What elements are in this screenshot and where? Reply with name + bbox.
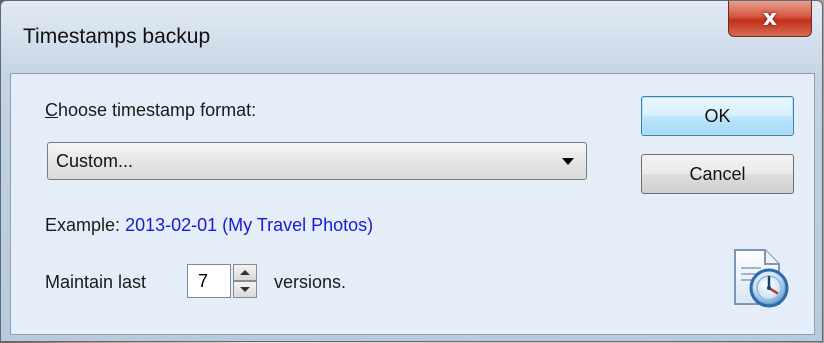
close-icon: x [762, 6, 778, 31]
title-bar[interactable]: Timestamps backup x [1, 1, 822, 73]
dialog-content: Choose timestamp format: Custom... Examp… [10, 73, 815, 335]
ok-button[interactable]: OK [641, 96, 794, 136]
format-dropdown-value: Custom... [56, 151, 134, 171]
window-title: Timestamps backup [23, 25, 211, 48]
maintain-label: Maintain last [45, 272, 147, 292]
spin-up-icon [240, 270, 250, 275]
example-value: 2013-02-01 (My Travel Photos) [125, 215, 374, 235]
cancel-button[interactable]: Cancel [641, 154, 794, 194]
format-label-rest: hoose timestamp format: [58, 100, 257, 120]
versions-stepper[interactable] [233, 264, 257, 298]
format-dropdown[interactable]: Custom... [47, 142, 587, 180]
example-row: Example: 2013-02-01 (My Travel Photos) [45, 215, 373, 236]
dialog-window: Timestamps backup x Choose timestamp for… [0, 0, 823, 342]
document-clock-icon [734, 249, 789, 308]
spin-down-button[interactable] [233, 281, 257, 298]
dropdown-arrow-icon [562, 158, 574, 165]
spin-up-button[interactable] [233, 264, 257, 281]
format-label: Choose timestamp format: [45, 100, 256, 121]
example-label: Example: [45, 215, 121, 235]
format-label-accel: C [45, 100, 58, 120]
spin-down-icon [240, 287, 250, 292]
close-button[interactable]: x [728, 1, 812, 37]
versions-suffix: versions. [274, 272, 347, 292]
versions-input[interactable]: 7 [187, 264, 231, 298]
